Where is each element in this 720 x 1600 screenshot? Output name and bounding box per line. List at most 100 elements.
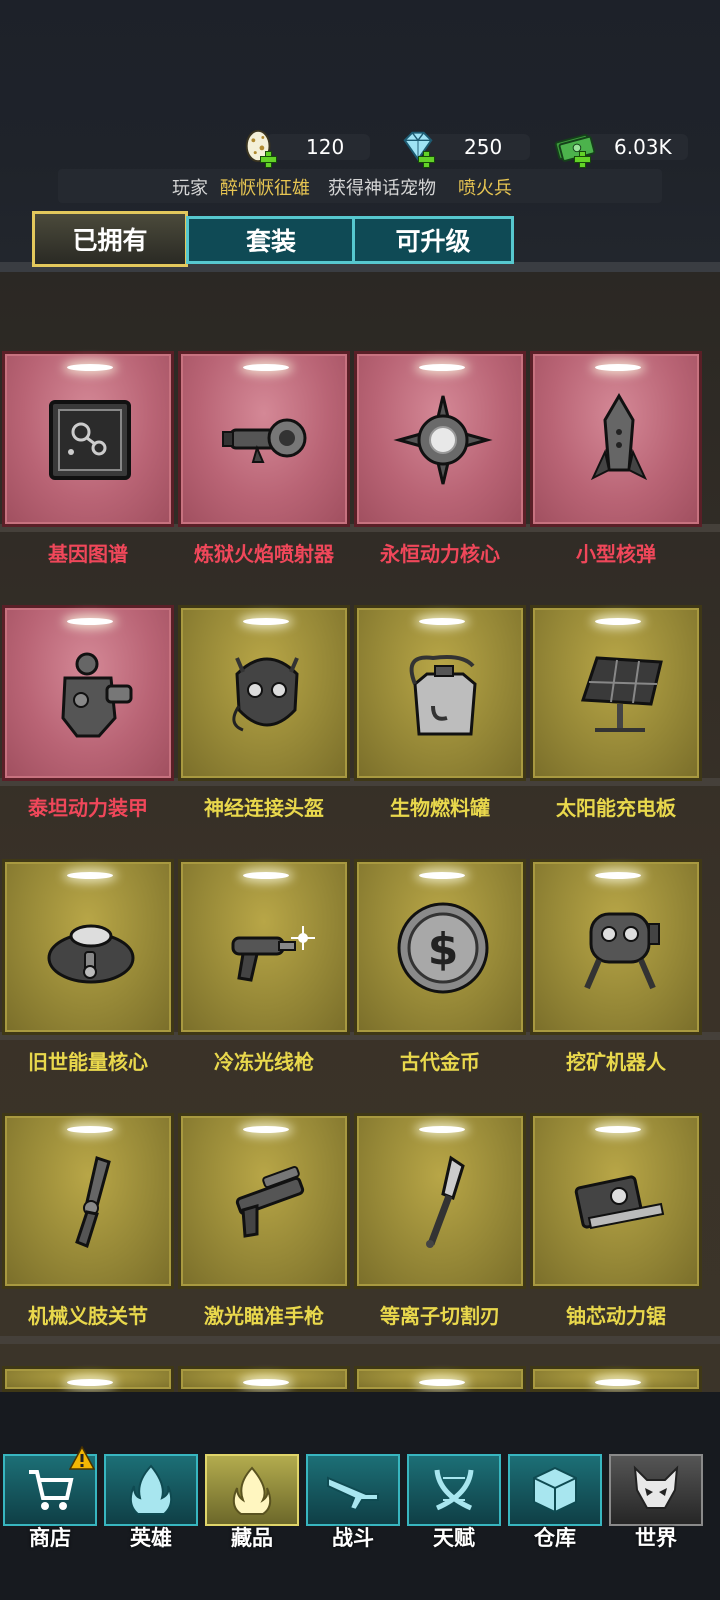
- lamp: [243, 364, 289, 371]
- nav-collection[interactable]: 藏品: [205, 1454, 299, 1550]
- item-card[interactable]: [178, 859, 350, 1035]
- item-name: 炼狱火焰喷射器: [194, 542, 334, 566]
- tab-owned[interactable]: 已拥有: [32, 211, 188, 267]
- lamp: [419, 1126, 465, 1133]
- flamethrower-icon: [222, 418, 307, 463]
- item-card[interactable]: [2, 1113, 174, 1289]
- alert-icon: [69, 1446, 95, 1470]
- dna-icon: [434, 1469, 474, 1511]
- item-card[interactable]: [178, 1113, 350, 1289]
- item-name: 冷冻光线枪: [214, 1050, 314, 1074]
- item-card[interactable]: [530, 605, 702, 781]
- hero-flame-icon: [129, 1464, 173, 1515]
- lamp: [67, 364, 113, 371]
- neural-helmet-icon: [232, 657, 299, 732]
- ticker-middle: 获得神话宠物: [328, 178, 436, 199]
- item-card[interactable]: [530, 1366, 702, 1392]
- bottom-nav: 商店 英雄 藏品 战斗 天赋 仓库 世界: [0, 1392, 720, 1600]
- add-cash-icon[interactable]: [574, 151, 591, 168]
- item-card[interactable]: [178, 605, 350, 781]
- announcement-ticker: 玩家 醉恹恹征雄 获得神话宠物 喷火兵: [58, 169, 662, 203]
- item-card[interactable]: $: [354, 859, 526, 1035]
- nav-battle-label: 战斗: [332, 1526, 374, 1550]
- cash-resource[interactable]: 6.03K: [554, 131, 688, 168]
- item-name: 激光瞄准手枪: [204, 1304, 324, 1328]
- nav-world[interactable]: 世界: [609, 1454, 703, 1550]
- egg-resource[interactable]: 120: [245, 129, 370, 168]
- nav-warehouse[interactable]: 仓库: [508, 1454, 602, 1550]
- item-card[interactable]: [2, 1366, 174, 1392]
- add-eggs-icon[interactable]: [260, 151, 277, 168]
- gene-map-icon: [49, 400, 131, 480]
- item-card[interactable]: [178, 1366, 350, 1392]
- fuel-tank-icon: [409, 655, 477, 736]
- lamp: [67, 1379, 113, 1386]
- nav-talent-label: 天赋: [433, 1526, 475, 1550]
- item-name: 机械义肢关节: [28, 1304, 148, 1328]
- item-card[interactable]: [2, 351, 174, 527]
- item-card[interactable]: [354, 351, 526, 527]
- item-card[interactable]: [354, 1113, 526, 1289]
- item-name: 挖矿机器人: [566, 1050, 666, 1074]
- nav-hero-label: 英雄: [130, 1526, 172, 1550]
- gem-resource[interactable]: 250: [403, 131, 530, 168]
- lamp: [419, 872, 465, 879]
- nav-collection-label: 藏品: [231, 1526, 273, 1550]
- lamp: [595, 1126, 641, 1133]
- lamp: [243, 618, 289, 625]
- lamp: [419, 618, 465, 625]
- nav-battle[interactable]: 战斗: [306, 1454, 400, 1550]
- item-name: 铀芯动力锯: [566, 1304, 666, 1328]
- power-core-icon: [393, 395, 493, 485]
- item-card[interactable]: [354, 1366, 526, 1392]
- plasma-blade-icon: [426, 1155, 465, 1248]
- item-name: 永恒动力核心: [380, 542, 500, 566]
- nuke-icon: [590, 393, 648, 481]
- ticker-pet: 喷火兵: [458, 178, 512, 199]
- power-armor-icon: [61, 652, 133, 738]
- item-name: 小型核弹: [576, 542, 656, 566]
- gem-count: 250: [464, 135, 503, 159]
- item-name: 泰坦动力装甲: [28, 796, 148, 820]
- add-gems-icon[interactable]: [418, 151, 435, 168]
- lamp: [67, 872, 113, 879]
- tab-upgradable[interactable]: 可升级: [352, 216, 514, 264]
- wolf-skull-icon: [633, 1465, 679, 1509]
- cash-count: 6.03K: [614, 135, 672, 159]
- item-name: 等离子切割刃: [380, 1304, 500, 1328]
- tab-upgradable-label: 可升级: [395, 227, 471, 256]
- coin-icon: $: [397, 902, 489, 994]
- item-name: 古代金币: [400, 1050, 480, 1074]
- item-card[interactable]: [354, 605, 526, 781]
- lamp: [595, 872, 641, 879]
- item-name: 太阳能充电板: [556, 796, 676, 820]
- item-card[interactable]: [530, 351, 702, 527]
- item-card[interactable]: [178, 351, 350, 527]
- nav-talent[interactable]: 天赋: [407, 1454, 501, 1550]
- nav-hero[interactable]: 英雄: [104, 1454, 198, 1550]
- item-card[interactable]: [2, 605, 174, 781]
- shelf-divider: [0, 1336, 720, 1344]
- laser-pistol-icon: [235, 1165, 305, 1238]
- item-card[interactable]: [530, 859, 702, 1035]
- tab-owned-label: 已拥有: [72, 226, 148, 255]
- tab-sets-label: 套装: [245, 227, 296, 256]
- nav-shop[interactable]: 商店: [3, 1446, 97, 1550]
- item-name: 基因图谱: [48, 542, 128, 566]
- collection-flame-icon: [232, 1466, 272, 1515]
- lamp: [67, 618, 113, 625]
- solar-panel-icon: [580, 656, 663, 732]
- ticker-player: 醉恹恹征雄: [220, 178, 310, 199]
- item-card[interactable]: [530, 1113, 702, 1289]
- tab-sets[interactable]: 套装: [186, 216, 356, 264]
- cart-icon: [29, 1470, 74, 1510]
- svg-text:$: $: [428, 924, 459, 975]
- crate-icon: [533, 1466, 577, 1514]
- egg-count: 120: [306, 135, 345, 159]
- power-saw-icon: [574, 1175, 665, 1230]
- energy-core-icon: [47, 924, 135, 984]
- item-card[interactable]: [2, 859, 174, 1035]
- nav-warehouse-label: 仓库: [534, 1526, 576, 1550]
- lamp: [595, 364, 641, 371]
- item-name: 旧世能量核心: [28, 1050, 148, 1074]
